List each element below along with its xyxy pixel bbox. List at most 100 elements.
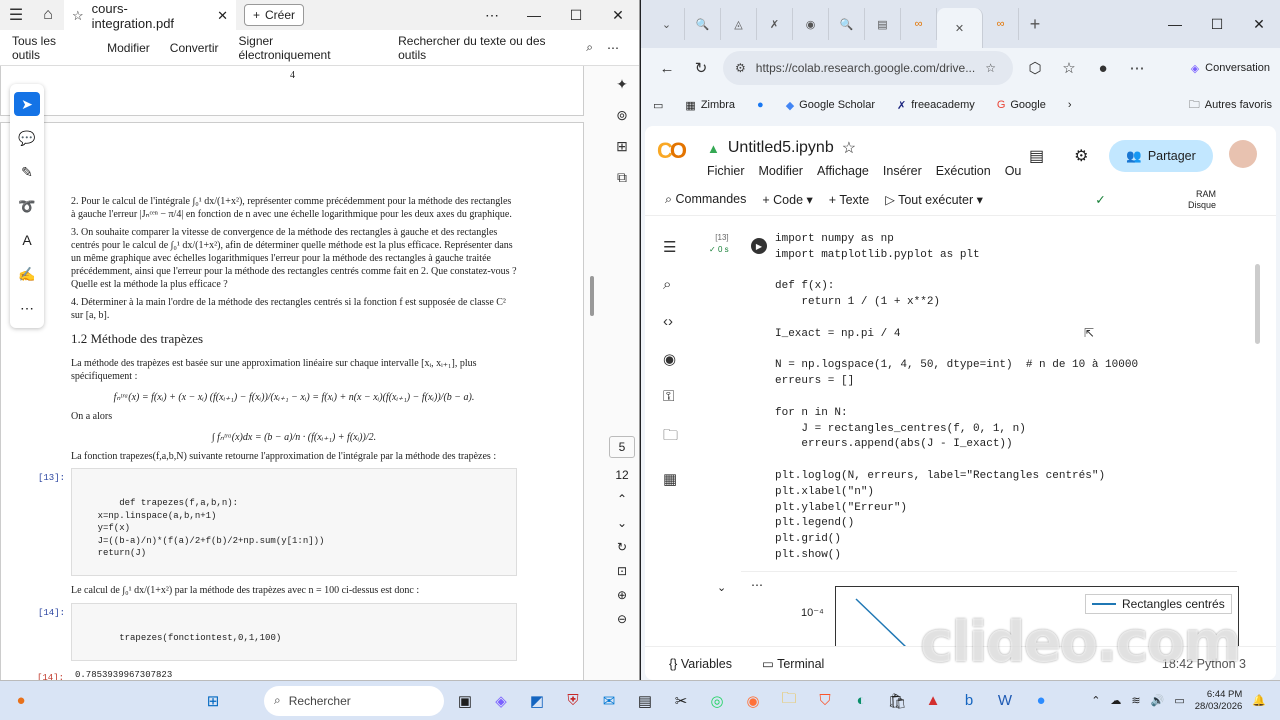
- zoom-in-icon[interactable]: ⊕: [617, 588, 627, 602]
- bookmark-zimbra[interactable]: ▦ Zimbra: [685, 99, 735, 112]
- settings-icon[interactable]: ⚙: [1074, 146, 1088, 166]
- data-table-icon[interactable]: ▦: [663, 470, 678, 488]
- notebook-scrollbar[interactable]: [1255, 264, 1260, 344]
- menu-icon[interactable]: ☰: [0, 0, 32, 30]
- tab-list-icon[interactable]: ⌄: [649, 8, 685, 40]
- snipping-tool-icon[interactable]: ✂: [666, 686, 696, 716]
- pdf-scrollbar[interactable]: [590, 276, 594, 316]
- site-info-icon[interactable]: ⚙: [735, 61, 746, 75]
- next-page-icon[interactable]: ⌄: [617, 516, 627, 530]
- search-icon[interactable]: ⌕: [586, 40, 593, 55]
- star-icon[interactable]: ☆: [842, 138, 856, 158]
- browser-tab[interactable]: ◉: [793, 8, 829, 40]
- more-options-icon[interactable]: ⋯: [607, 41, 619, 55]
- menu-tools[interactable]: Ou: [1005, 164, 1022, 178]
- browser-tab[interactable]: 🔍: [685, 8, 721, 40]
- extensions-icon[interactable]: ⬡: [1023, 59, 1047, 77]
- resource-indicator[interactable]: RAM Disque: [1188, 189, 1216, 211]
- variables-button[interactable]: {} Variables: [669, 657, 732, 671]
- run-all-button[interactable]: ▷ Tout exécuter ▾: [885, 192, 983, 207]
- zoom-icon[interactable]: ●: [1026, 686, 1056, 716]
- secrets-key-icon[interactable]: ⚿: [663, 388, 678, 405]
- bookmark-scholar[interactable]: ◆ Google Scholar: [786, 99, 875, 112]
- word-icon[interactable]: W: [990, 686, 1020, 716]
- variables-icon[interactable]: ◉: [663, 350, 678, 368]
- add-text-button[interactable]: + Texte: [829, 193, 869, 207]
- wifi-icon[interactable]: ≋: [1131, 694, 1140, 707]
- comment-icon[interactable]: ▤: [1029, 146, 1044, 166]
- browser-tab[interactable]: ∞: [901, 8, 937, 40]
- notifications-icon[interactable]: 🔔: [1252, 694, 1266, 707]
- taskbar-search[interactable]: ⌕ Rechercher: [264, 685, 444, 716]
- bookmark-google[interactable]: G Google: [997, 99, 1046, 111]
- menu-sign[interactable]: Signer électroniquement: [238, 34, 368, 62]
- zoom-out-icon[interactable]: ⊖: [617, 612, 627, 626]
- other-favorites[interactable]: 🗀 Autres favoris: [1189, 96, 1272, 115]
- tray-overflow-icon[interactable]: ⌃: [1091, 694, 1100, 707]
- outlook-icon[interactable]: ✉: [594, 686, 624, 716]
- comment-icon[interactable]: 💬: [14, 126, 40, 150]
- select-cursor-icon[interactable]: ➤: [14, 92, 40, 116]
- app-icon[interactable]: b: [954, 686, 984, 716]
- run-cell-button[interactable]: ▶: [751, 238, 767, 254]
- freehand-icon[interactable]: ➰: [14, 194, 40, 218]
- battery-icon[interactable]: ▭: [1174, 694, 1184, 707]
- chevron-right-icon[interactable]: ›: [1068, 99, 1072, 111]
- bookmark-facebook[interactable]: ●: [757, 99, 764, 111]
- maximize-icon[interactable]: ☐: [555, 0, 597, 30]
- acrobat-icon[interactable]: ▲: [918, 686, 948, 716]
- browser-tab[interactable]: ◬: [721, 8, 757, 40]
- brave-icon[interactable]: ⛉: [810, 686, 840, 716]
- menu-view[interactable]: Affichage: [817, 164, 869, 178]
- profile-icon[interactable]: ●: [1091, 60, 1115, 77]
- new-tab-icon[interactable]: +: [1019, 8, 1051, 40]
- pages-icon[interactable]: ⧉: [617, 169, 627, 186]
- menu-convert[interactable]: Convertir: [170, 41, 219, 55]
- edge-icon[interactable]: ◐: [846, 686, 876, 716]
- close-window-icon[interactable]: ✕: [597, 0, 639, 30]
- commands-button[interactable]: ⌕ Commandes: [665, 192, 746, 207]
- volume-icon[interactable]: 🔊: [1151, 694, 1165, 707]
- firefox-icon[interactable]: ◉: [738, 686, 768, 716]
- bookmark-star-icon[interactable]: ☆: [985, 61, 996, 75]
- weather-widget-icon[interactable]: ●: [6, 686, 36, 716]
- app-icon[interactable]: ◩: [522, 686, 552, 716]
- pen-icon[interactable]: ✎: [14, 160, 40, 184]
- whatsapp-icon[interactable]: ◎: [702, 686, 732, 716]
- task-view-icon[interactable]: ▣: [450, 686, 480, 716]
- table-of-contents-icon[interactable]: ☰: [663, 238, 678, 256]
- close-window-icon[interactable]: ✕: [1238, 0, 1280, 48]
- prev-page-icon[interactable]: ⌃: [617, 492, 627, 506]
- reload-icon[interactable]: ↻: [689, 59, 713, 77]
- menu-all-tools[interactable]: Tous les outils: [12, 34, 87, 62]
- find-icon[interactable]: ⌕: [663, 276, 678, 293]
- terminal-button[interactable]: ▭ Terminal: [762, 656, 824, 671]
- signature-icon[interactable]: ✍: [14, 262, 40, 286]
- browser-menu-icon[interactable]: ⋯: [1125, 59, 1149, 77]
- menu-edit[interactable]: Modifier: [759, 164, 803, 178]
- clock[interactable]: 6:44 PM 28/03/2026: [1195, 689, 1243, 713]
- add-code-button[interactable]: + Code ▾: [762, 192, 812, 207]
- file-explorer-icon[interactable]: 🗀: [774, 686, 804, 716]
- menu-insert[interactable]: Insérer: [883, 164, 922, 178]
- antivirus-icon[interactable]: ⛨: [558, 686, 588, 716]
- browser-tab[interactable]: 🔍: [829, 8, 865, 40]
- files-folder-icon[interactable]: 🗀: [663, 425, 678, 450]
- share-button[interactable]: 👥 Partager: [1109, 140, 1213, 172]
- code-cell-editor[interactable]: import numpy as np import matplotlib.pyp…: [775, 232, 1138, 564]
- cloud-icon[interactable]: ☁: [1110, 694, 1121, 707]
- menu-runtime[interactable]: Exécution: [936, 164, 991, 178]
- copilot-conversation-button[interactable]: ◈ Conversation: [1191, 62, 1270, 75]
- copilot-app-icon[interactable]: ◈: [486, 686, 516, 716]
- minimize-icon[interactable]: —: [1154, 0, 1196, 48]
- create-button[interactable]: + Créer: [244, 4, 305, 26]
- pdf-tab[interactable]: ☆ cours-integration.pdf ✕: [64, 0, 236, 31]
- ai-assistant-icon[interactable]: ✦: [616, 76, 628, 93]
- bookmarks-icon[interactable]: ⊞: [616, 138, 628, 155]
- browser-tab[interactable]: ▤: [865, 8, 901, 40]
- menu-edit[interactable]: Modifier: [107, 41, 150, 55]
- menu-file[interactable]: Fichier: [707, 164, 745, 178]
- notebook-title[interactable]: Untitled5.ipynb: [728, 139, 834, 157]
- code-snippets-icon[interactable]: ‹›: [663, 313, 678, 330]
- collapse-output-icon[interactable]: ⌄: [717, 581, 726, 594]
